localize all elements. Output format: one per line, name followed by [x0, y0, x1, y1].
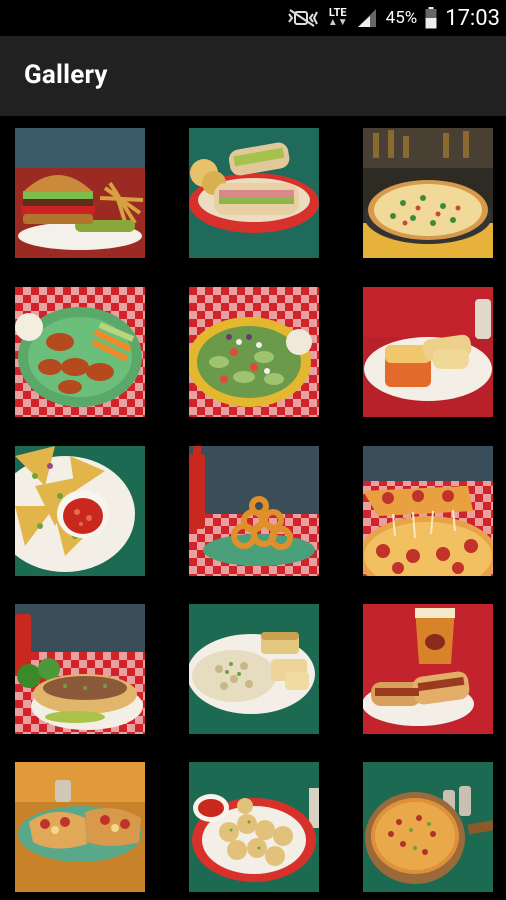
gallery-item-wrap[interactable] [189, 128, 319, 258]
gallery-item-garlic-knots[interactable] [189, 762, 319, 892]
gallery-item-salad[interactable] [189, 287, 319, 417]
gallery-item-pasta[interactable] [189, 604, 319, 734]
signal-icon [356, 8, 378, 28]
battery-percent: 45% [385, 8, 418, 28]
gallery-item-nachos[interactable] [15, 446, 145, 576]
gallery-item-pizza-slice[interactable] [363, 446, 493, 576]
mute-vibrate-icon [286, 8, 320, 28]
gallery-item-pizza[interactable] [363, 128, 493, 258]
gallery-item-pizza-board[interactable] [363, 762, 493, 892]
page-title: Gallery [24, 60, 108, 90]
clock: 17:03 [445, 5, 500, 31]
gallery-item-sandwich-beer[interactable] [363, 604, 493, 734]
battery-icon [425, 7, 437, 29]
gallery-item-burger[interactable] [15, 128, 145, 258]
gallery-item-lasagna[interactable] [363, 287, 493, 417]
gallery-item-sub-sandwich[interactable] [15, 604, 145, 734]
status-bar: LTE ▲▼ 45% 17:03 [0, 0, 506, 36]
gallery-item-wings[interactable] [15, 287, 145, 417]
gallery-grid [0, 116, 506, 900]
gallery-item-calzone[interactable] [15, 762, 145, 892]
gallery-item-onion-rings[interactable] [189, 446, 319, 576]
lte-data-icon: LTE ▲▼ [327, 6, 348, 28]
app-bar: Gallery [0, 36, 506, 116]
